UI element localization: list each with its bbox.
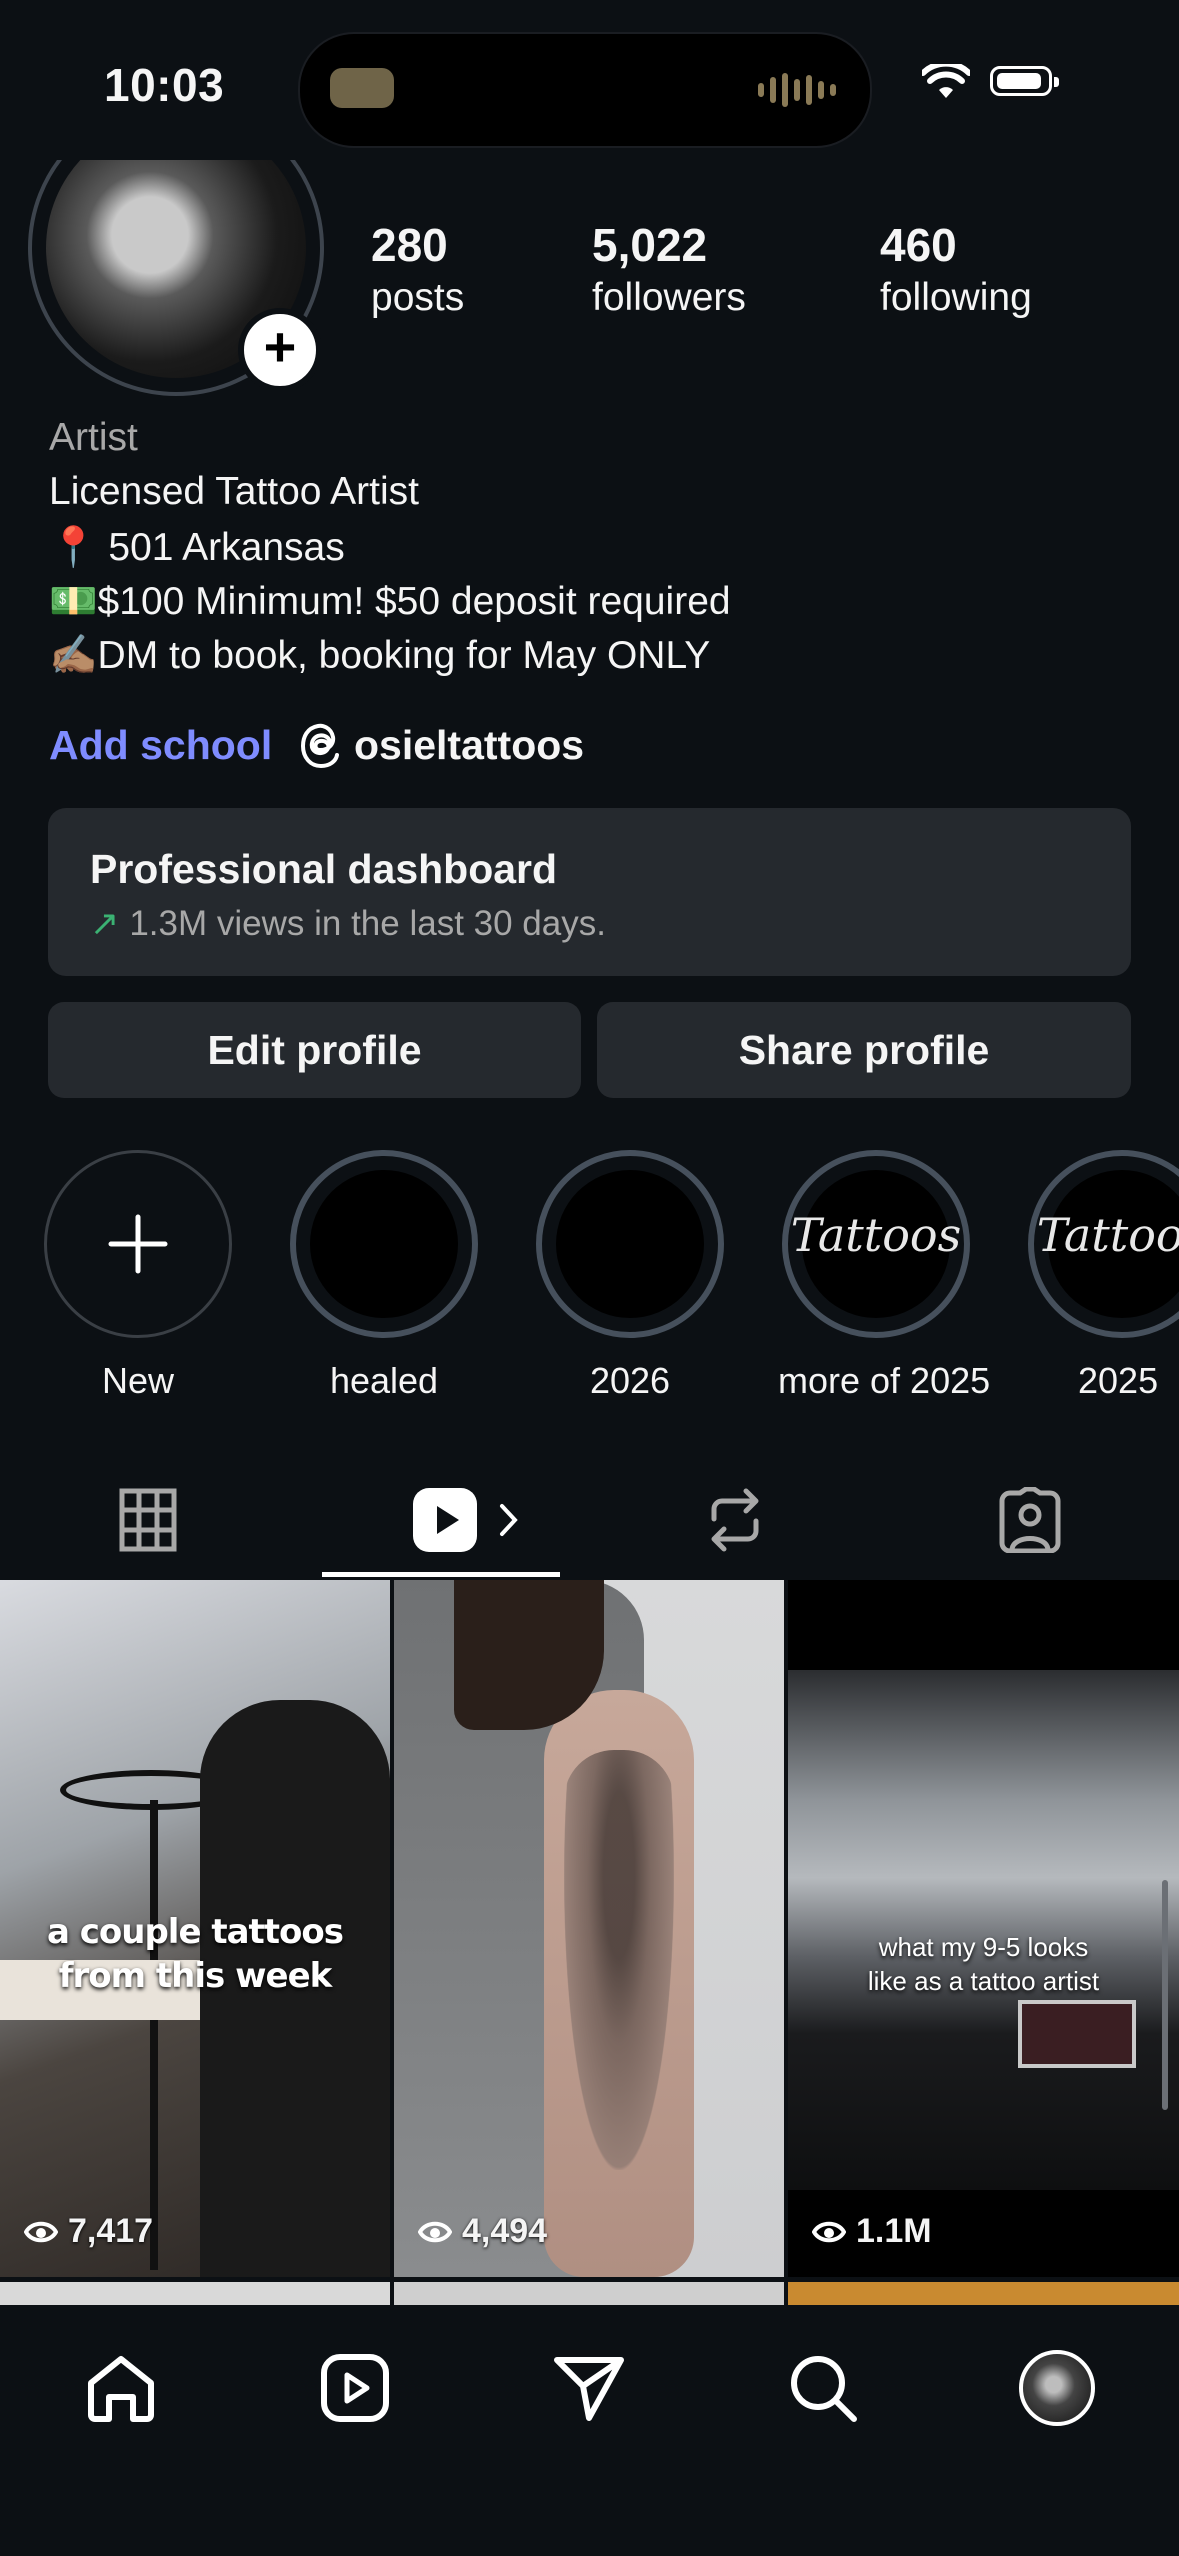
- battery-icon: [990, 66, 1059, 96]
- threads-icon: [300, 723, 339, 768]
- share-profile-button[interactable]: Share profile: [597, 1002, 1131, 1098]
- nav-home[interactable]: [76, 2343, 166, 2433]
- reel-caption: what my 9-5 looks like as a tattoo artis…: [867, 1932, 1100, 1996]
- reel-tile[interactable]: what my 9-5 looks like as a tattoo artis…: [788, 1580, 1179, 2277]
- live-activity-thumbnail: [330, 68, 394, 108]
- threads-link[interactable]: osieltattoos: [300, 722, 584, 769]
- views-icon: [418, 2221, 452, 2242]
- messages-icon: [554, 2357, 624, 2421]
- car-display: [1018, 2000, 1136, 2068]
- wifi-icon: [922, 64, 970, 98]
- edit-profile-button[interactable]: Edit profile: [48, 1002, 581, 1098]
- status-time: 10:03: [104, 59, 225, 111]
- highlight-cover-text: Tattoos: [790, 1208, 962, 1262]
- threads-handle: osieltattoos: [354, 722, 585, 768]
- following-stat[interactable]: 460 following: [880, 218, 1032, 320]
- reels-grid: a couple tattoos from this week 7,417 4,…: [0, 1580, 1179, 2280]
- followers-count: 5,022: [592, 219, 708, 271]
- bio-line: Licensed Tattoo Artist: [49, 470, 420, 513]
- add-story-button[interactable]: +: [238, 308, 322, 392]
- following-label: following: [880, 276, 1032, 319]
- trend-up-icon: ↗: [90, 904, 120, 943]
- posts-stat[interactable]: 280 posts: [371, 218, 464, 320]
- highlight-cover: [290, 1150, 478, 1338]
- highlight-healed[interactable]: healed: [286, 1150, 482, 1402]
- reel-views-count: 7,417: [68, 2212, 154, 2250]
- angel-tattoo: [564, 1750, 674, 2170]
- dashboard-title: Professional dashboard: [90, 846, 558, 892]
- search-icon: [791, 2356, 857, 2422]
- tab-grid[interactable]: [100, 1460, 195, 1580]
- nav-messages[interactable]: [544, 2343, 634, 2433]
- followers-stat[interactable]: 5,022 followers: [592, 218, 746, 320]
- audio-wave-icon: [758, 70, 836, 110]
- reel-views: 7,417: [24, 2212, 153, 2251]
- add-school-link[interactable]: Add school: [49, 722, 272, 769]
- reel-views: 4,494: [418, 2212, 547, 2251]
- highlight-label: healed: [329, 1360, 439, 1401]
- reel-views-count: 4,494: [462, 2212, 548, 2250]
- tab-reels[interactable]: [400, 1460, 530, 1580]
- views-icon: [812, 2221, 846, 2242]
- next-reels-row: [0, 2282, 1179, 2306]
- reels-icon: [321, 2354, 389, 2422]
- posts-count: 280: [371, 219, 448, 271]
- profile-category: Artist: [49, 416, 138, 459]
- scrollbar[interactable]: [1162, 1880, 1168, 2110]
- highlight-label: 2026: [589, 1360, 671, 1401]
- bottom-navigation: [0, 2305, 1179, 2556]
- professional-dashboard[interactable]: Professional dashboard ↗ 1.3M views in th…: [48, 808, 1131, 976]
- reel-tile[interactable]: a couple tattoos from this week 7,417: [0, 1580, 390, 2277]
- light-stand: [150, 1800, 158, 2270]
- tagged-icon: [999, 1487, 1061, 1553]
- active-tab-indicator: [322, 1572, 560, 1577]
- highlight-cover: Tattoos: [1028, 1150, 1179, 1338]
- highlight-label: New: [101, 1360, 175, 1401]
- highlight-2025[interactable]: Tattoos 2025: [1024, 1150, 1179, 1402]
- plus-icon: [108, 1214, 168, 1274]
- bio-line: 📍 501 Arkansas: [49, 526, 345, 569]
- reposts-icon: [711, 1488, 759, 1552]
- dashboard-views-text: 1.3M views in the last 30 days.: [129, 904, 606, 943]
- highlight-more-of-2025[interactable]: Tattoos more of 2025: [778, 1150, 991, 1402]
- chevron-right-icon: [500, 1504, 518, 1536]
- following-count: 460: [880, 219, 957, 271]
- nav-search[interactable]: [778, 2343, 868, 2433]
- highlight-cover: [536, 1150, 724, 1338]
- posts-label: posts: [371, 276, 465, 319]
- highlight-2026[interactable]: 2026: [532, 1150, 728, 1402]
- reels-icon: [413, 1488, 477, 1552]
- grid-icon: [119, 1488, 176, 1552]
- highlight-label: more of 2025: [778, 1360, 991, 1401]
- reel-tile[interactable]: 4,494: [394, 1580, 784, 2277]
- highlight-label: 2025: [1078, 1360, 1159, 1401]
- tab-tagged[interactable]: [990, 1460, 1070, 1580]
- nav-profile[interactable]: [1012, 2343, 1102, 2433]
- highlight-new[interactable]: New: [40, 1150, 236, 1402]
- nav-reels[interactable]: [310, 2343, 400, 2433]
- reel-views: 1.1M: [812, 2212, 932, 2251]
- profile-tabs: [0, 1460, 1179, 1580]
- reel-caption: a couple tattoos from this week: [46, 1912, 344, 1996]
- dashboard-subtitle: ↗ 1.3M views in the last 30 days.: [90, 904, 606, 944]
- reel-views-count: 1.1M: [856, 2212, 932, 2250]
- bio-line: 💵$100 Minimum! $50 deposit required: [49, 580, 731, 623]
- highlight-cover: Tattoos: [782, 1150, 970, 1338]
- bio-line: ✍🏽DM to book, booking for May ONLY: [49, 634, 711, 677]
- tab-reposts[interactable]: [695, 1460, 775, 1580]
- views-icon: [24, 2221, 58, 2242]
- profile-avatar-icon: [1019, 2350, 1095, 2426]
- home-icon: [88, 2356, 154, 2422]
- dynamic-island: [298, 32, 872, 148]
- new-highlight-circle: [44, 1150, 232, 1338]
- followers-label: followers: [592, 276, 746, 319]
- highlight-cover-text: Tattoos: [1036, 1208, 1179, 1262]
